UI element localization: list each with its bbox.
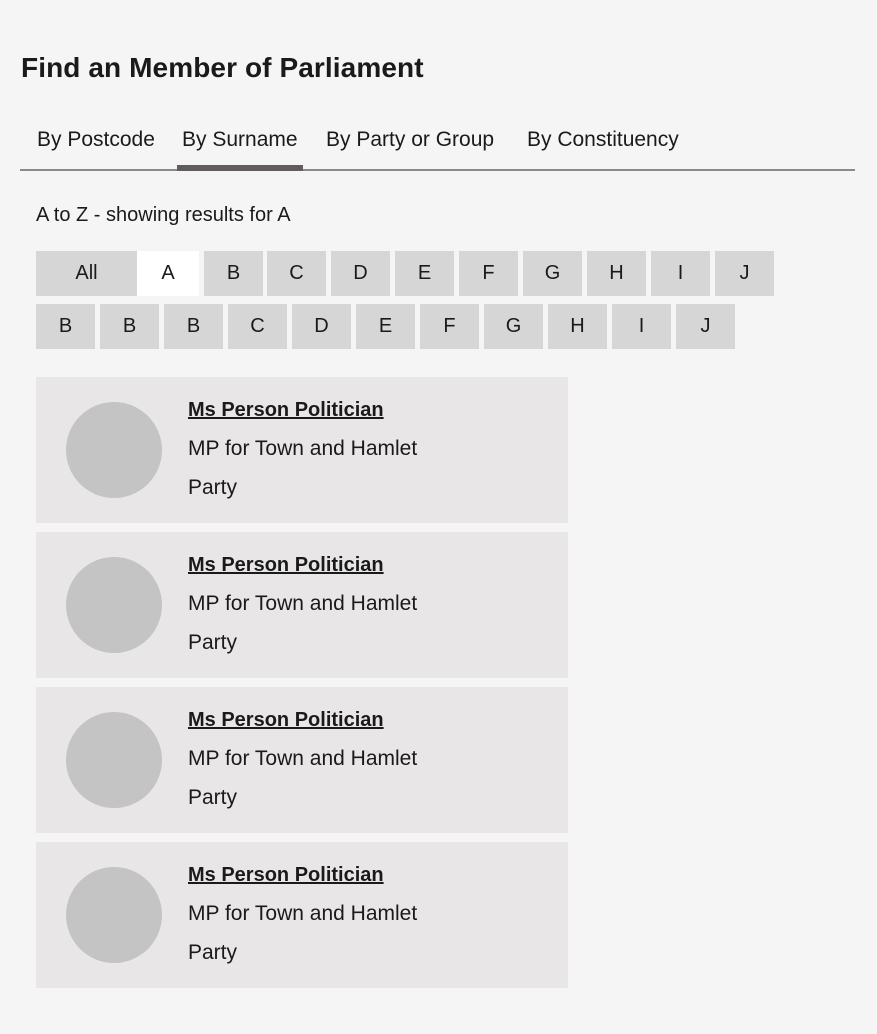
letter-button-j[interactable]: J xyxy=(676,304,735,349)
member-constituency: MP for Town and Hamlet xyxy=(188,437,418,460)
member-card: Ms Person Politician MP for Town and Ham… xyxy=(36,842,568,988)
member-party: Party xyxy=(188,476,238,499)
member-party: Party xyxy=(188,941,238,964)
letter-button-h[interactable]: H xyxy=(587,251,646,296)
letter-button-b[interactable]: B xyxy=(204,251,263,296)
letter-button-e[interactable]: E xyxy=(356,304,415,349)
letter-button-i[interactable]: I xyxy=(651,251,710,296)
letter-button-j[interactable]: J xyxy=(715,251,774,296)
member-name-link[interactable]: Ms Person Politician xyxy=(188,707,384,733)
letter-button-a[interactable]: A xyxy=(137,251,199,296)
member-name-link[interactable]: Ms Person Politician xyxy=(188,862,384,888)
results-caption: A to Z - showing results for A xyxy=(36,204,291,226)
avatar xyxy=(66,867,162,963)
letter-button-e[interactable]: E xyxy=(395,251,454,296)
letter-button-d[interactable]: D xyxy=(292,304,351,349)
letter-button-b[interactable]: B xyxy=(164,304,223,349)
letter-button-all[interactable]: All xyxy=(36,251,137,296)
member-party: Party xyxy=(188,786,238,809)
member-card: Ms Person Politician MP for Town and Ham… xyxy=(36,687,568,833)
letter-button-f[interactable]: F xyxy=(459,251,518,296)
letter-button-b[interactable]: B xyxy=(36,304,95,349)
letter-button-h[interactable]: H xyxy=(548,304,607,349)
member-card: Ms Person Politician MP for Town and Ham… xyxy=(36,377,568,523)
letter-button-f[interactable]: F xyxy=(420,304,479,349)
avatar xyxy=(66,712,162,808)
member-card: Ms Person Politician MP for Town and Ham… xyxy=(36,532,568,678)
letter-button-c[interactable]: C xyxy=(267,251,326,296)
letter-button-b[interactable]: B xyxy=(100,304,159,349)
letter-button-g[interactable]: G xyxy=(523,251,582,296)
member-name-link[interactable]: Ms Person Politician xyxy=(188,397,384,423)
member-party: Party xyxy=(188,631,238,654)
tab-by-party-or-group[interactable]: By Party or Group xyxy=(321,122,499,169)
tab-by-constituency[interactable]: By Constituency xyxy=(522,122,684,169)
tab-by-surname[interactable]: By Surname xyxy=(177,122,303,171)
member-name-link[interactable]: Ms Person Politician xyxy=(188,552,384,578)
page-title: Find an Member of Parliament xyxy=(21,52,424,83)
member-constituency: MP for Town and Hamlet xyxy=(188,902,418,925)
search-tabs: By Postcode By Surname By Party or Group… xyxy=(20,122,855,171)
letter-button-i[interactable]: I xyxy=(612,304,671,349)
letter-button-d[interactable]: D xyxy=(331,251,390,296)
member-constituency: MP for Town and Hamlet xyxy=(188,592,418,615)
tab-by-postcode[interactable]: By Postcode xyxy=(32,122,160,169)
letter-button-c[interactable]: C xyxy=(228,304,287,349)
avatar xyxy=(66,557,162,653)
avatar xyxy=(66,402,162,498)
member-constituency: MP for Town and Hamlet xyxy=(188,747,418,770)
letter-button-g[interactable]: G xyxy=(484,304,543,349)
